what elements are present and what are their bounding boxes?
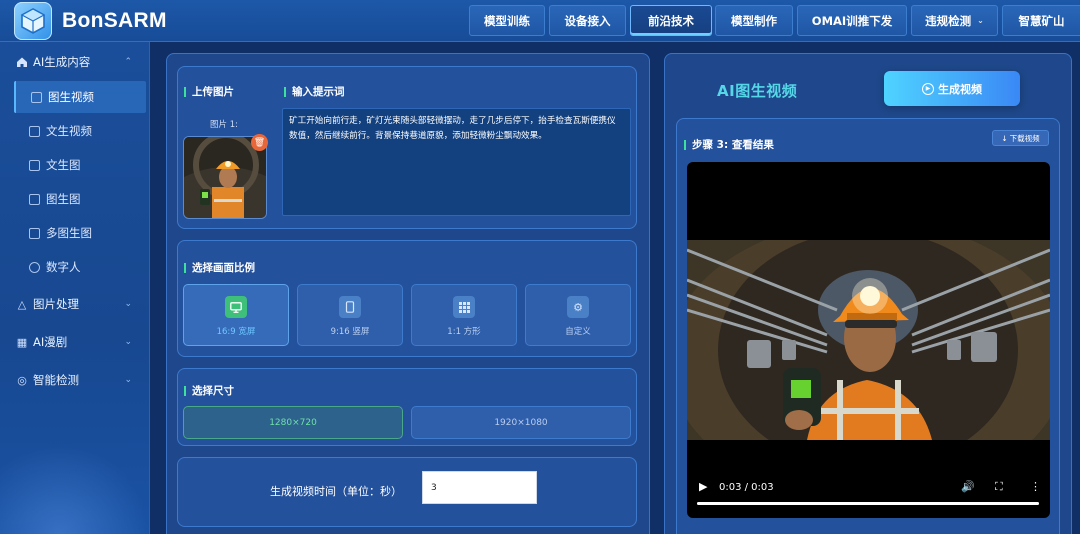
size-option-1280x720[interactable]: 1280×720	[183, 406, 403, 439]
sidebar-item-label: 文生视频	[46, 124, 92, 138]
prompt-textarea[interactable]: 矿工开始向前行走，矿灯光束随头部轻微摆动，走了几步后停下，抬手检查瓦斯便携仪数值…	[282, 108, 631, 216]
sidebar-group-label: 智能检测	[33, 373, 79, 387]
upload-title: 上传图片	[184, 84, 234, 99]
prompt-title: 输入提示词	[284, 84, 345, 99]
sidebar-item-image-to-video[interactable]: 图生视频	[14, 81, 146, 113]
sidebar-item-label: 数字人	[46, 260, 81, 274]
sidebar-item-label: 图生视频	[48, 90, 94, 104]
phone-icon	[339, 296, 361, 318]
camera-icon	[29, 125, 40, 137]
images-icon	[29, 227, 40, 239]
ratio-option-custom[interactable]: ⚙ 自定义	[525, 284, 631, 346]
nav-label: 智慧矿山	[1018, 13, 1065, 28]
ratio-label: 1:1 方形	[447, 327, 481, 337]
ratio-label: 9:16 竖屏	[330, 327, 370, 337]
chevron-down-icon: ⌄	[124, 299, 132, 309]
video-frame	[687, 240, 1050, 440]
video-icon	[31, 91, 42, 103]
sidebar-group-ai-comic[interactable]: ▦ AI漫剧 ⌄	[0, 327, 150, 357]
sidebar-group-smart-detection[interactable]: ◎ 智能检测 ⌄	[0, 365, 150, 395]
home-icon	[15, 55, 29, 69]
download-label: 下载视频	[1009, 133, 1040, 143]
video-progress-track[interactable]	[697, 502, 1039, 505]
sidebar-group-image-processing[interactable]: △ 图片处理 ⌄	[0, 289, 150, 319]
trophy-icon: △	[17, 297, 27, 311]
duration-card	[177, 457, 637, 527]
sidebar-item-label: 多图生图	[46, 226, 92, 240]
sidebar: AI生成内容 ⌃ 图生视频 文生视频 文生图 图生图 多图生图 数字人 △ 图片…	[0, 42, 150, 534]
nav-smart-mine[interactable]: 智慧矿山	[1002, 5, 1080, 36]
download-video-button[interactable]: ↓ 下载视频	[992, 130, 1049, 146]
sidebar-item-label: 文生图	[46, 158, 81, 172]
target-icon: ◎	[17, 373, 27, 387]
play-circle-icon: ▶	[922, 82, 934, 95]
monitor-icon	[225, 296, 247, 318]
chevron-up-icon: ⌃	[124, 57, 132, 67]
edit-image-icon	[29, 159, 40, 171]
nav-label: 模型制作	[731, 13, 777, 28]
delete-image-icon[interactable]: 🗑	[251, 134, 268, 151]
step-title: 步骤 3: 查看结果	[684, 137, 774, 152]
duration-input[interactable]: 3	[422, 471, 537, 504]
generate-button-label: 生成视频	[938, 82, 982, 96]
top-navigation-bar: BonSARM 模型训练 设备接入 前沿技术 模型制作 OMAI训推下发 违规检…	[0, 0, 1080, 42]
generate-video-button[interactable]: ▶ 生成视频	[884, 71, 1020, 106]
nav-label: 模型训练	[484, 13, 530, 28]
image-icon	[29, 193, 40, 205]
volume-icon[interactable]: 🔊	[961, 480, 975, 493]
sidebar-item-text-to-video[interactable]: 文生视频	[14, 115, 146, 147]
ratio-title: 选择画面比例	[184, 260, 255, 275]
ai-image-to-video-title: AI图生视频	[717, 82, 798, 100]
sidebar-item-label: 图生图	[46, 192, 81, 206]
grid-icon	[453, 296, 475, 318]
ratio-label: 16:9 宽屏	[216, 327, 256, 337]
sidebar-item-multi-image[interactable]: 多图生图	[14, 217, 146, 249]
bonsarm-logo-icon	[14, 2, 52, 40]
duration-label: 生成视频时间（单位：秒）	[270, 485, 402, 498]
sidebar-glow	[0, 444, 150, 534]
sidebar-group-label: 图片处理	[33, 297, 79, 311]
chevron-down-icon: ⌄	[124, 337, 132, 347]
fullscreen-icon[interactable]: ⛶	[995, 480, 1003, 494]
film-icon: ▦	[16, 335, 28, 349]
video-progress-fill	[697, 502, 1039, 505]
nav-label: 违规检测	[925, 13, 972, 28]
nav-label: 设备接入	[564, 13, 611, 28]
more-options-icon[interactable]: ⋮	[1030, 480, 1041, 493]
nav-model-training[interactable]: 模型训练	[469, 5, 545, 36]
sidebar-item-digital-human[interactable]: 数字人	[14, 251, 146, 283]
sidebar-item-text-to-image[interactable]: 文生图	[14, 149, 146, 181]
nav-omai-deploy[interactable]: OMAI训推下发	[797, 5, 907, 36]
size-option-1920x1080[interactable]: 1920×1080	[411, 406, 631, 439]
size-title: 选择尺寸	[184, 383, 234, 398]
nav-label: 前沿技术	[648, 13, 694, 28]
nav-frontier-tech[interactable]: 前沿技术	[630, 5, 712, 36]
nav-device-access[interactable]: 设备接入	[549, 5, 626, 36]
play-icon[interactable]: ▶	[699, 480, 707, 493]
nav-label: OMAI训推下发	[811, 13, 893, 28]
ratio-label: 自定义	[565, 327, 591, 337]
ratio-option-1-1[interactable]: 1:1 方形	[411, 284, 517, 346]
video-time: 0:03 / 0:03	[719, 482, 774, 493]
chevron-down-icon: ⌄	[124, 375, 132, 385]
gear-icon: ⚙	[567, 296, 589, 318]
image-label: 图片 1:	[210, 120, 238, 130]
download-icon: ↓	[1001, 133, 1008, 143]
sidebar-group-label: AI漫剧	[33, 335, 68, 349]
app-name: BonSARM	[62, 9, 167, 32]
sidebar-item-image-to-image[interactable]: 图生图	[14, 183, 146, 215]
sidebar-group-label: AI生成内容	[33, 55, 91, 69]
nav-violation-detection[interactable]: 违规检测 ⌄	[911, 5, 998, 36]
chevron-down-icon: ⌄	[977, 16, 984, 25]
ratio-option-9-16[interactable]: 9:16 竖屏	[297, 284, 403, 346]
play-circle-icon	[29, 261, 40, 273]
video-player[interactable]: ▶ 0:03 / 0:03 🔊 ⛶ ⋮	[687, 162, 1050, 518]
sidebar-group-ai-content[interactable]: AI生成内容 ⌃	[0, 47, 150, 77]
nav-model-making[interactable]: 模型制作	[715, 5, 793, 36]
ratio-option-16-9[interactable]: 16:9 宽屏	[183, 284, 289, 346]
